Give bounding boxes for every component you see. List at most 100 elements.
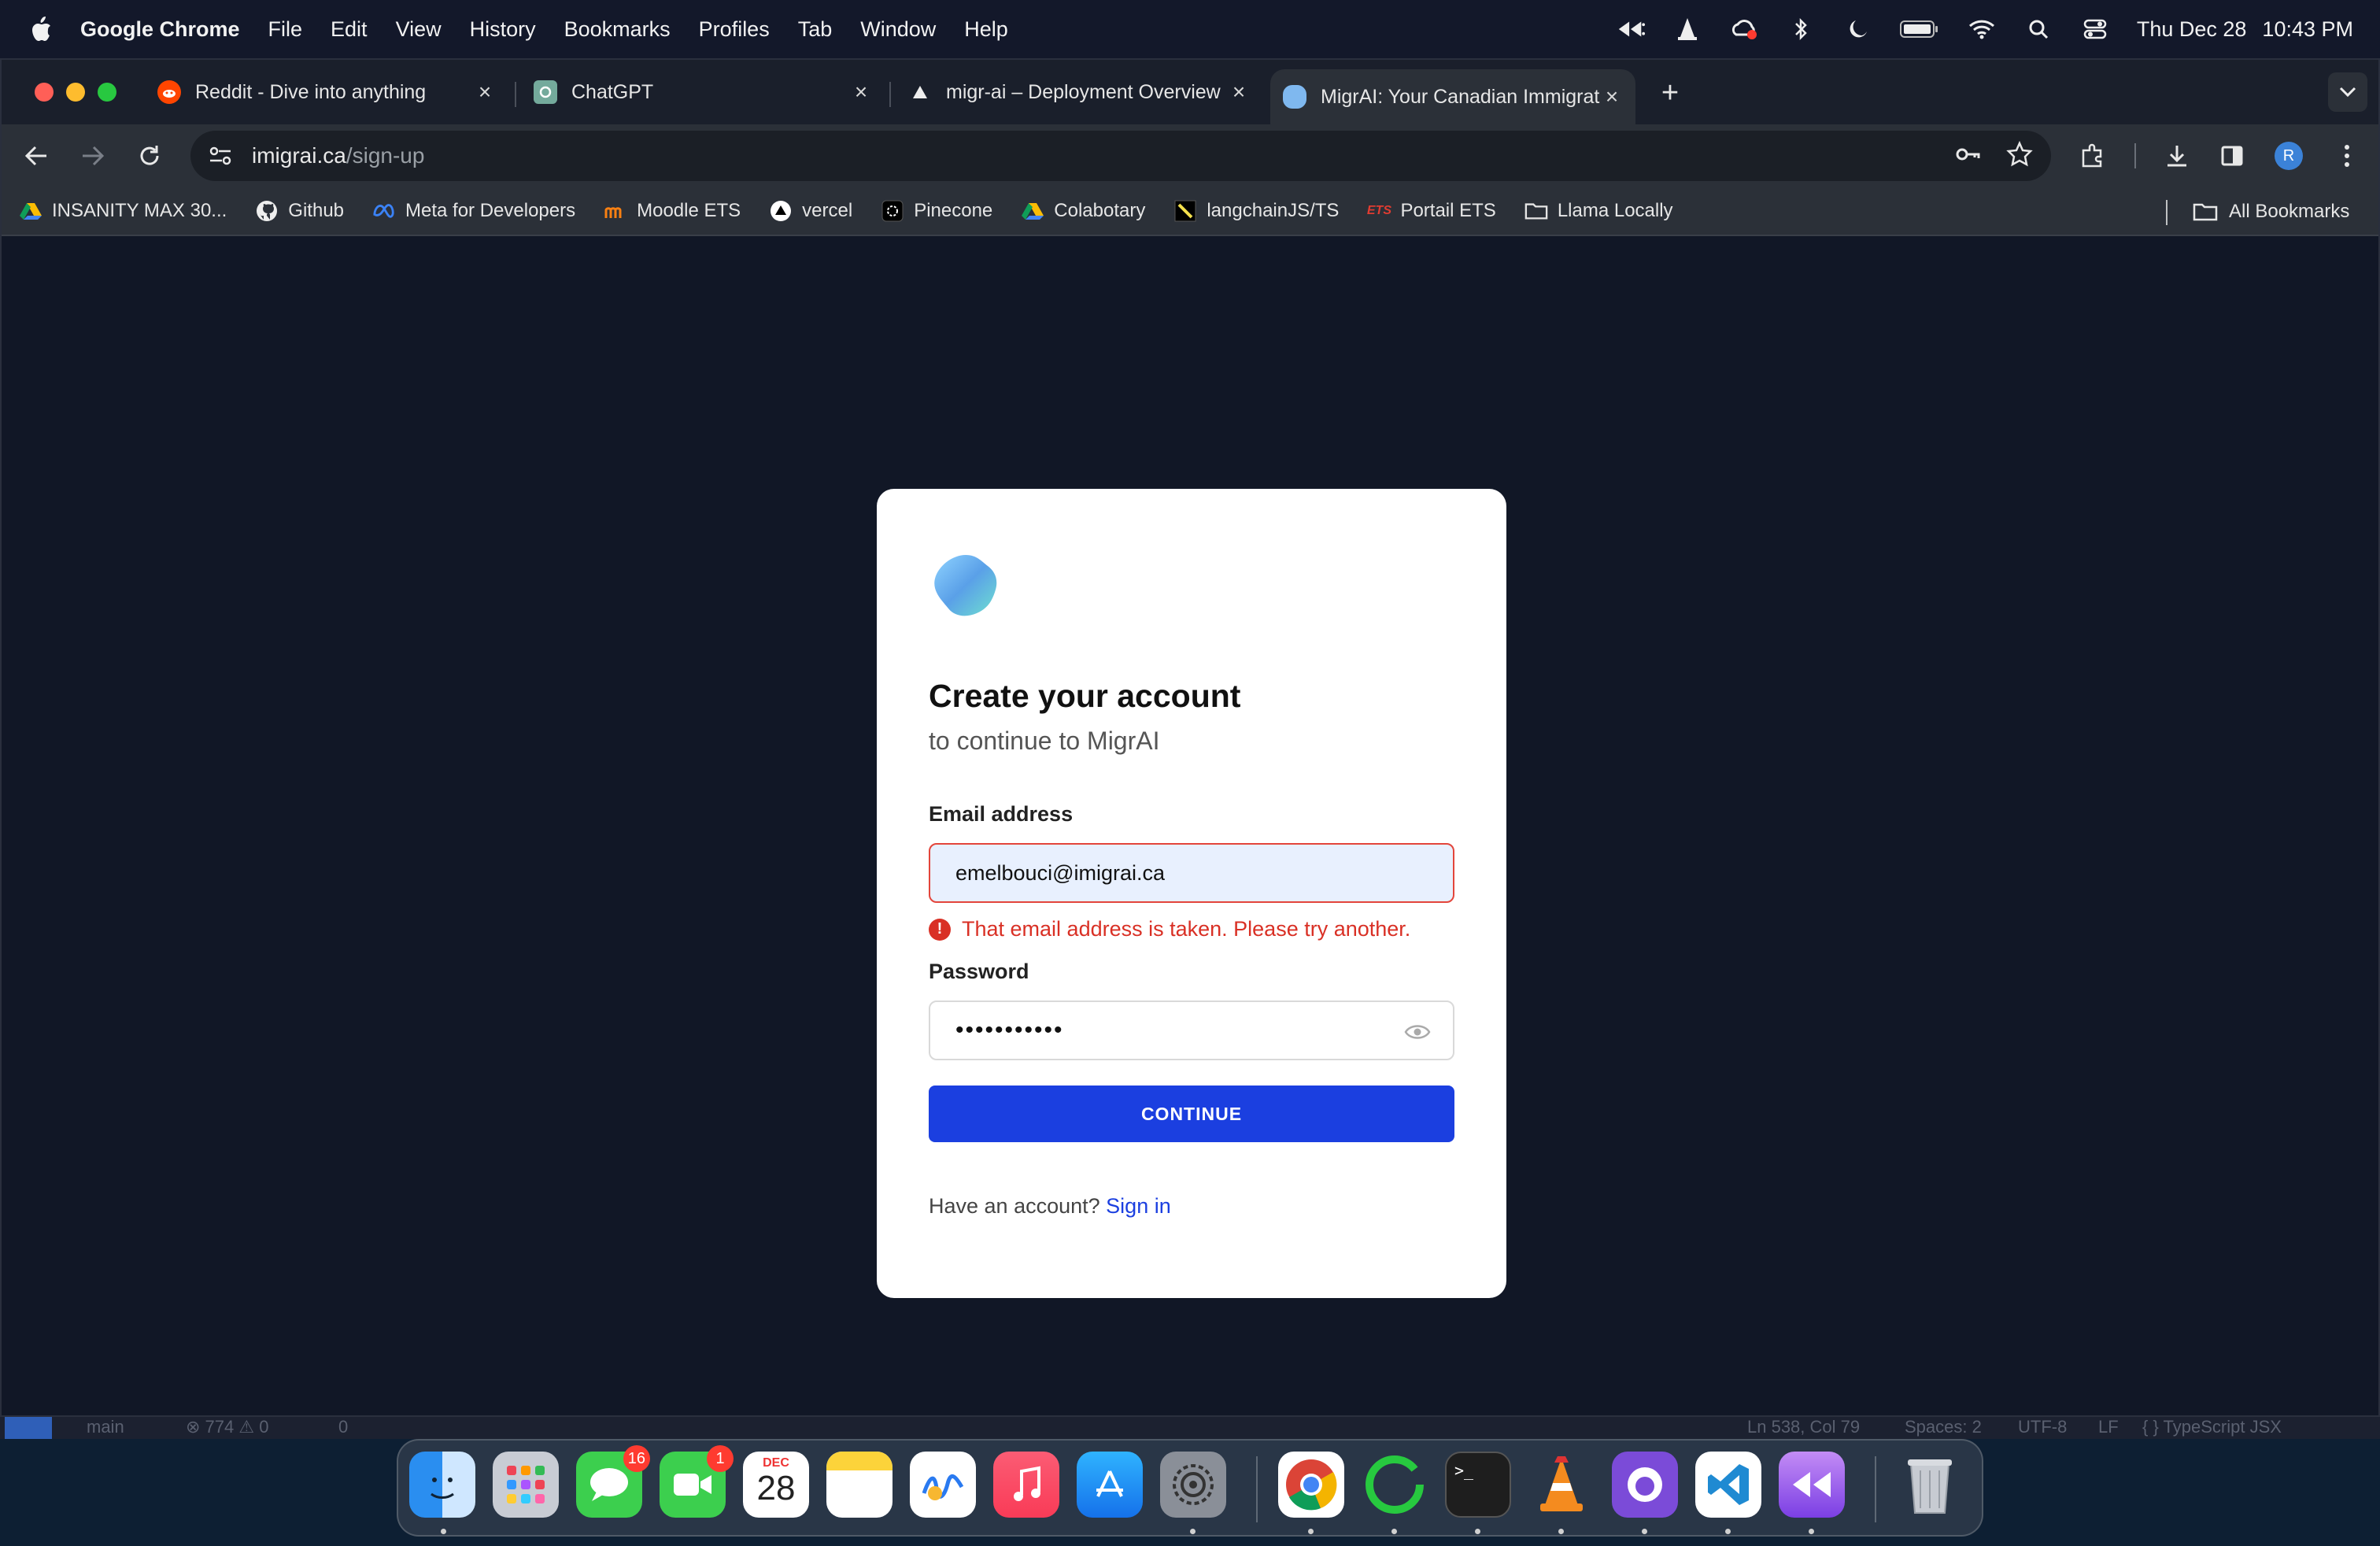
- bookmark-colabotary[interactable]: Colabotary: [1021, 199, 1145, 223]
- close-tab-icon[interactable]: ×: [850, 80, 872, 104]
- menu-history[interactable]: History: [470, 17, 536, 42]
- system-settings-icon[interactable]: [1160, 1452, 1226, 1518]
- bookmark-portail-ets[interactable]: ETS Portail ETS: [1366, 199, 1496, 223]
- freeform-icon[interactable]: [910, 1452, 976, 1518]
- continue-button[interactable]: CONTINUE: [929, 1086, 1454, 1142]
- bookmark-langchain[interactable]: langchainJS/TS: [1173, 199, 1339, 223]
- control-center-icon[interactable]: [2080, 14, 2110, 44]
- tab-migrai[interactable]: MigrAI: Your Canadian Immigration ×: [1270, 69, 1635, 124]
- close-tab-icon[interactable]: ×: [1228, 80, 1250, 104]
- app-menu[interactable]: Google Chrome: [80, 17, 240, 42]
- calendar-icon[interactable]: DEC 28: [743, 1452, 809, 1518]
- vlc-icon[interactable]: [1528, 1452, 1595, 1518]
- bookmark-meta-developers[interactable]: Meta for Developers: [372, 199, 575, 223]
- messages-icon[interactable]: 16: [576, 1445, 650, 1518]
- tab-chatgpt[interactable]: ChatGPT ×: [534, 69, 872, 115]
- cursor-position[interactable]: Ln 538, Col 79: [1747, 1417, 1860, 1437]
- language-mode[interactable]: { } TypeScript JSX: [2142, 1417, 2282, 1437]
- minimize-window-button[interactable]: [66, 83, 85, 102]
- chatgpt-icon: [534, 80, 557, 104]
- menu-tab[interactable]: Tab: [798, 17, 833, 42]
- site-settings-icon[interactable]: [205, 140, 236, 172]
- clock-time[interactable]: 10:43 PM: [2262, 17, 2353, 42]
- back-button[interactable]: [17, 137, 55, 175]
- error-icon: !: [929, 918, 951, 941]
- close-tab-icon[interactable]: ×: [1601, 84, 1623, 109]
- extensions-icon[interactable]: [2073, 137, 2111, 175]
- apple-icon[interactable]: [25, 13, 57, 45]
- bookmark-vercel[interactable]: vercel: [769, 199, 852, 223]
- menu-view[interactable]: View: [396, 17, 442, 42]
- password-key-icon[interactable]: [1953, 140, 1982, 172]
- tab-vercel-deployment[interactable]: migr-ai – Deployment Overview ×: [908, 69, 1250, 115]
- reload-button[interactable]: [131, 137, 168, 175]
- running-indicator: [1308, 1529, 1314, 1534]
- app-store-icon[interactable]: [1077, 1452, 1143, 1518]
- sign-in-link[interactable]: Sign in: [1106, 1194, 1171, 1218]
- profile-avatar[interactable]: R: [2270, 137, 2308, 175]
- launchpad-icon[interactable]: [493, 1452, 559, 1518]
- bookmark-pinecone[interactable]: Pinecone: [881, 199, 992, 223]
- messages-badge: 16: [623, 1445, 650, 1472]
- close-window-button[interactable]: [35, 83, 54, 102]
- side-panel-icon[interactable]: [2213, 137, 2251, 175]
- all-bookmarks-button[interactable]: All Bookmarks: [2193, 187, 2349, 236]
- new-tab-button[interactable]: +: [1653, 76, 1687, 110]
- terminal-icon[interactable]: >_: [1445, 1452, 1511, 1518]
- running-indicator: [441, 1529, 446, 1534]
- ports-count[interactable]: 0: [338, 1417, 348, 1437]
- git-branch[interactable]: main: [87, 1417, 124, 1437]
- address-bar[interactable]: imigrai.ca/sign-up: [190, 131, 2051, 181]
- music-icon[interactable]: [993, 1452, 1059, 1518]
- vlc-icon[interactable]: [1672, 14, 1702, 44]
- activity-ring-icon[interactable]: [1362, 1452, 1428, 1518]
- moodle-icon: [604, 199, 627, 223]
- menu-edit[interactable]: Edit: [331, 17, 368, 42]
- tab-search-button[interactable]: [2328, 72, 2367, 112]
- wifi-icon[interactable]: [1967, 14, 1997, 44]
- focus-moon-icon[interactable]: [1842, 14, 1872, 44]
- chrome-icon[interactable]: [1278, 1452, 1344, 1518]
- spotlight-search-icon[interactable]: [2023, 14, 2053, 44]
- remote-indicator[interactable]: [5, 1417, 52, 1439]
- close-tab-icon[interactable]: ×: [474, 80, 496, 104]
- line-endings[interactable]: LF: [2098, 1417, 2119, 1437]
- password-field[interactable]: •••••••••••: [929, 1000, 1454, 1060]
- download-icon[interactable]: [2158, 137, 2196, 175]
- encoding[interactable]: UTF-8: [2018, 1417, 2067, 1437]
- github-desktop-icon[interactable]: [1612, 1452, 1678, 1518]
- rewind-app-icon[interactable]: [1779, 1452, 1845, 1518]
- maximize-window-button[interactable]: [98, 83, 116, 102]
- indent-setting[interactable]: Spaces: 2: [1905, 1417, 1982, 1437]
- tab-reddit[interactable]: Reddit - Dive into anything ×: [157, 69, 496, 115]
- menu-file[interactable]: File: [268, 17, 303, 42]
- finder-icon[interactable]: [409, 1452, 475, 1518]
- battery-icon[interactable]: [1899, 14, 1940, 44]
- forward-button[interactable]: [74, 137, 112, 175]
- notes-icon[interactable]: [826, 1452, 893, 1518]
- page-content: Create your account to continue to MigrA…: [2, 238, 2378, 1415]
- ets-icon: ETS: [1366, 204, 1391, 217]
- menu-profiles[interactable]: Profiles: [699, 17, 770, 42]
- rewind-icon[interactable]: [1616, 14, 1646, 44]
- bookmark-moodle[interactable]: Moodle ETS: [604, 199, 741, 223]
- menu-window[interactable]: Window: [860, 17, 936, 42]
- problems-count[interactable]: ⊗ 774 ⚠ 0: [186, 1417, 268, 1437]
- creative-cloud-icon[interactable]: [1729, 14, 1759, 44]
- menu-bookmarks[interactable]: Bookmarks: [564, 17, 671, 42]
- email-field[interactable]: emelbouci@imigrai.ca: [929, 843, 1454, 903]
- bookmark-star-icon[interactable]: [2005, 140, 2034, 172]
- bookmark-llama-folder[interactable]: Llama Locally: [1524, 199, 1673, 223]
- show-password-icon[interactable]: [1404, 1019, 1431, 1045]
- more-menu-icon[interactable]: [2328, 137, 2366, 175]
- vscode-icon[interactable]: [1695, 1452, 1761, 1518]
- running-indicator: [1642, 1529, 1647, 1534]
- clock-date[interactable]: Thu Dec 28: [2137, 17, 2247, 42]
- bluetooth-icon[interactable]: [1786, 14, 1816, 44]
- bookmark-github[interactable]: Github: [255, 199, 344, 223]
- menu-help[interactable]: Help: [964, 17, 1008, 42]
- bookmark-insanity[interactable]: INSANITY MAX 30...: [19, 199, 227, 223]
- browser-window: Reddit - Dive into anything × ChatGPT × …: [0, 58, 2380, 1417]
- facetime-icon[interactable]: 1: [660, 1445, 734, 1518]
- trash-icon[interactable]: [1897, 1452, 1963, 1518]
